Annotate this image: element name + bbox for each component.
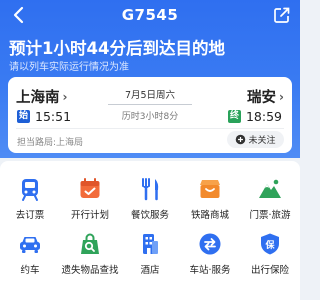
swap-arrows-icon [199, 233, 221, 255]
service-mall[interactable]: 铁路商城 [180, 176, 240, 221]
service-label: 去订票 [15, 210, 45, 221]
service-label: 出行保险 [250, 265, 289, 276]
shop-bag-icon [200, 180, 220, 198]
heart-plus-icon [236, 134, 246, 145]
follow-label: 未关注 [248, 136, 276, 146]
card-divider [16, 128, 284, 129]
service-hotel[interactable]: 酒店 [120, 231, 180, 276]
calendar-icon [80, 178, 100, 198]
service-label: 遗失物品查找 [61, 265, 119, 276]
service-dining[interactable]: 餐饮服务 [120, 176, 180, 221]
svg-text:保: 保 [264, 239, 275, 251]
train-number-title: G7545 [121, 6, 179, 24]
car-icon [20, 237, 40, 253]
service-label: 车站·服务 [189, 265, 231, 276]
service-station-services[interactable]: 车站·服务 [180, 231, 240, 276]
top-bar: G7545 [0, 0, 300, 30]
lost-bag-icon [81, 233, 99, 254]
service-label: 开行计划 [70, 210, 109, 221]
service-tickets-travel[interactable]: 门票·旅游 [240, 176, 300, 221]
route-line-divider [108, 104, 192, 105]
service-label: 门票·旅游 [249, 210, 291, 221]
fork-knife-icon [142, 178, 159, 201]
insurance-shield-icon: 保 [261, 233, 279, 255]
mountain-icon [259, 179, 281, 198]
service-travel-insurance[interactable]: 保 出行保险 [240, 231, 300, 276]
service-label: 约车 [20, 265, 40, 276]
service-label: 酒店 [140, 265, 160, 276]
route-card: 上海南 › 瑞安 › 始 15:51 终 18:59 7月5日周六 历时3小时8分 … [8, 77, 292, 153]
service-lost-found[interactable]: 遗失物品查找 [60, 231, 120, 276]
header-banner: G7545 预计1小时44分后到达目的地 请以列车实际运行情况为准 上海南 › 瑞… [0, 0, 300, 158]
train-ticket-icon [22, 179, 38, 201]
share-icon[interactable] [272, 5, 292, 25]
service-ride-hailing[interactable]: 约车 [0, 231, 60, 276]
travel-duration: 历时3小时8分 [121, 112, 179, 122]
service-schedule[interactable]: 开行计划 [60, 176, 120, 221]
arrival-countdown-headline: 预计1小时44分后到达目的地 [9, 39, 225, 58]
service-label: 铁路商城 [190, 210, 229, 221]
travel-date: 7月5日周六 [124, 90, 176, 101]
arrival-disclaimer: 请以列车实际运行情况为准 [9, 62, 129, 73]
service-label: 餐饮服务 [130, 210, 169, 221]
follow-button[interactable]: 未关注 [227, 131, 284, 148]
hotel-building-icon [143, 234, 158, 254]
service-grid: 去订票 开行计划 餐饮服务 铁路商城 门票·旅游 约车 遗失物品查找 酒店 车站… [0, 161, 300, 300]
service-book-ticket[interactable]: 去订票 [0, 176, 60, 221]
railway-bureau: 担当路局:上海局 [17, 138, 84, 148]
